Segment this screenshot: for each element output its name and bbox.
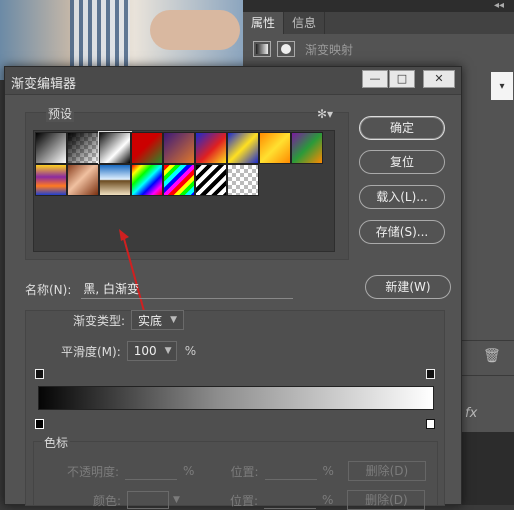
color-position-field[interactable] [264,491,317,509]
tab-properties[interactable]: 属性 [243,12,285,34]
chevron-down-icon: ▼ [173,495,180,505]
smoothness-row: 平滑度(M): 100 ▼ % [61,341,196,361]
preset-swatches [33,130,335,252]
tab-info[interactable]: 信息 [284,12,326,34]
opacity-unit: % [183,464,195,478]
opacity-position-label: 位置: [230,464,259,479]
opacity-label: 不透明度: [67,464,120,479]
dialog-titlebar[interactable]: 渐变编辑器 — □ ✕ [5,67,461,95]
adjustment-header: 渐变映射 [243,34,514,64]
canvas-detail [150,10,240,50]
preset-swatch-black-white[interactable] [35,132,67,164]
preset-swatch-white-black[interactable] [98,131,132,165]
preset-swatch-violet-orange[interactable] [163,132,195,164]
opacity-stop-row: 不透明度: % 位置: % 删除(D) [67,461,426,481]
collapse-panel-icon[interactable]: ◂◂ [494,0,504,12]
panel-tabs: 属性 信息 [243,12,514,34]
preset-swatch-transparent-stripes[interactable] [195,164,227,196]
gradient-dropdown[interactable]: ▾ [491,72,513,100]
opacity-stop-right[interactable] [426,369,435,379]
close-button[interactable]: ✕ [423,70,455,88]
opacity-position-unit: % [322,464,334,478]
presets-label: 预设 [46,105,75,122]
ok-button[interactable]: 确定 [359,116,445,140]
adjustment-title: 渐变映射 [305,42,354,57]
opacity-position-field[interactable] [264,462,317,480]
smoothness-input[interactable]: 100 ▼ [126,341,177,361]
color-stop-row: 颜色: ▼ 位置: % 删除(D) [93,490,426,510]
load-button[interactable]: 载入(L)... [359,185,445,209]
smoothness-label: 平滑度(M): [61,344,121,359]
color-label: 颜色: [93,493,122,508]
preset-swatch-red-green[interactable] [131,132,163,164]
preset-swatch-spectrum[interactable] [131,164,163,196]
color-delete-button[interactable]: 删除(D) [347,490,426,510]
fx-icon[interactable]: fx [465,406,477,421]
preset-swatch-copper[interactable] [67,164,99,196]
mask-icon[interactable] [277,41,295,57]
new-button[interactable]: 新建(W) [365,275,451,299]
swatch-grid [35,131,323,196]
gradient-map-icon[interactable] [253,41,271,57]
gradient-type-label: 渐变类型: [73,313,126,328]
preset-swatch-blue-yellow-blue[interactable] [227,132,259,164]
minimize-button[interactable]: — [362,70,388,88]
color-swatch-field[interactable] [127,491,170,509]
trash-icon[interactable]: 🗑 [483,348,501,364]
divider [461,340,514,341]
chevron-down-icon: ▼ [170,315,177,325]
stops-label: 色标 [42,434,71,451]
color-stop-right[interactable] [426,419,435,429]
preset-swatch-orange-yellow-orange[interactable] [259,132,291,164]
name-label: 名称(N): [25,282,72,297]
divider [461,375,514,376]
opacity-delete-button[interactable]: 删除(D) [347,461,426,481]
gradient-editor-dialog: 渐变编辑器 — □ ✕ 预设 ✻▾ 确定 复位 载入(L)... 存储(S)..… [4,66,462,510]
preset-swatch-transparent[interactable] [227,164,259,196]
gear-icon[interactable]: ✻▾ [317,107,333,121]
chevron-down-icon: ▼ [164,346,172,356]
gradient-type-row: 渐变类型: 实底 ▼ [73,310,184,330]
opacity-stop-left[interactable] [35,369,44,379]
preset-swatch-chrome[interactable] [99,164,131,196]
maximize-button[interactable]: □ [389,70,415,88]
gradient-preview-bar[interactable] [38,386,434,410]
preset-swatch-yellow-violet-orange-blue[interactable] [35,164,67,196]
color-stop-left[interactable] [35,419,44,429]
preset-swatch-transparent-rainbow[interactable] [163,164,195,196]
smoothness-value: 100 [133,344,157,358]
opacity-field[interactable] [125,462,178,480]
save-button[interactable]: 存储(S)... [359,220,445,244]
dialog-title: 渐变编辑器 [11,77,77,92]
panel-topbar: ◂◂ [243,0,514,12]
color-position-label: 位置: [229,493,259,508]
gradient-type-select[interactable]: 实底 ▼ [131,310,184,330]
preset-swatch-black-transparent[interactable] [67,132,99,164]
name-input[interactable]: 黑, 白渐变 [81,279,294,299]
preset-swatch-violet-green-orange[interactable] [291,132,323,164]
reset-button[interactable]: 复位 [359,150,445,174]
gradient-type-value: 实底 [138,313,163,328]
name-row: 名称(N): 黑, 白渐变 [25,279,294,299]
preset-swatch-blue-red-yellow[interactable] [195,132,227,164]
smoothness-unit: % [184,344,197,358]
layers-area [461,432,514,505]
